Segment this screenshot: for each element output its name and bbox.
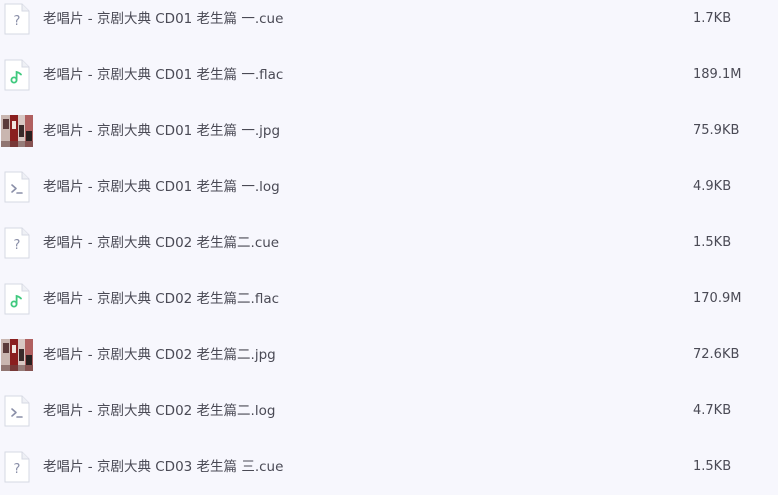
- audio-file-icon: [3, 283, 31, 315]
- file-row[interactable]: 老唱片 - 京剧大典 CD01 老生篇 一.jpg 75.9KB: [0, 103, 778, 159]
- file-name: 老唱片 - 京剧大典 CD01 老生篇 一.flac: [43, 67, 284, 83]
- file-size: 1.5KB: [693, 459, 732, 474]
- image-thumbnail-icon: [1, 339, 33, 371]
- file-name: 老唱片 - 京剧大典 CD02 老生篇二.cue: [43, 235, 280, 251]
- file-size: 4.7KB: [693, 403, 732, 418]
- unknown-file-icon: ?: [3, 451, 31, 483]
- file-row[interactable]: ? 老唱片 - 京剧大典 CD03 老生篇 三.cue 1.5KB: [0, 439, 778, 495]
- file-size: 1.5KB: [693, 235, 732, 250]
- file-size: 189.1M: [693, 67, 742, 82]
- file-row[interactable]: 老唱片 - 京剧大典 CD02 老生篇二.log 4.7KB: [0, 383, 778, 439]
- file-name: 老唱片 - 京剧大典 CD03 老生篇 三.cue: [43, 459, 284, 475]
- image-thumbnail-icon: [1, 115, 33, 147]
- file-row[interactable]: 老唱片 - 京剧大典 CD01 老生篇 一.log 4.9KB: [0, 159, 778, 215]
- svg-text:?: ?: [14, 238, 21, 253]
- file-name: 老唱片 - 京剧大典 CD02 老生篇二.jpg: [43, 347, 276, 363]
- file-size: 1.7KB: [693, 11, 732, 26]
- file-row[interactable]: 老唱片 - 京剧大典 CD02 老生篇二.flac 170.9M: [0, 271, 778, 327]
- file-size: 72.6KB: [693, 347, 740, 362]
- file-name: 老唱片 - 京剧大典 CD02 老生篇二.flac: [43, 291, 280, 307]
- unknown-file-icon: ?: [3, 3, 31, 35]
- file-row[interactable]: ? 老唱片 - 京剧大典 CD02 老生篇二.cue 1.5KB: [0, 215, 778, 271]
- log-file-icon: [3, 171, 31, 203]
- file-size: 4.9KB: [693, 179, 732, 194]
- unknown-file-icon: ?: [3, 227, 31, 259]
- audio-file-icon: [3, 59, 31, 91]
- svg-text:?: ?: [14, 14, 21, 29]
- svg-text:?: ?: [14, 462, 21, 477]
- file-row[interactable]: ? 老唱片 - 京剧大典 CD01 老生篇 一.cue 1.7KB: [0, 0, 778, 47]
- file-name: 老唱片 - 京剧大典 CD01 老生篇 一.jpg: [43, 123, 281, 139]
- file-row[interactable]: 老唱片 - 京剧大典 CD01 老生篇 一.flac 189.1M: [0, 47, 778, 103]
- file-name: 老唱片 - 京剧大典 CD01 老生篇 一.log: [43, 179, 280, 195]
- file-name: 老唱片 - 京剧大典 CD02 老生篇二.log: [43, 403, 276, 419]
- file-size: 75.9KB: [693, 123, 740, 138]
- file-row[interactable]: 老唱片 - 京剧大典 CD02 老生篇二.jpg 72.6KB: [0, 327, 778, 383]
- file-size: 170.9M: [693, 291, 742, 306]
- file-name: 老唱片 - 京剧大典 CD01 老生篇 一.cue: [43, 11, 284, 27]
- log-file-icon: [3, 395, 31, 427]
- file-list: ? 老唱片 - 京剧大典 CD01 老生篇 一.cue 1.7KB 老唱片 - …: [0, 0, 778, 483]
